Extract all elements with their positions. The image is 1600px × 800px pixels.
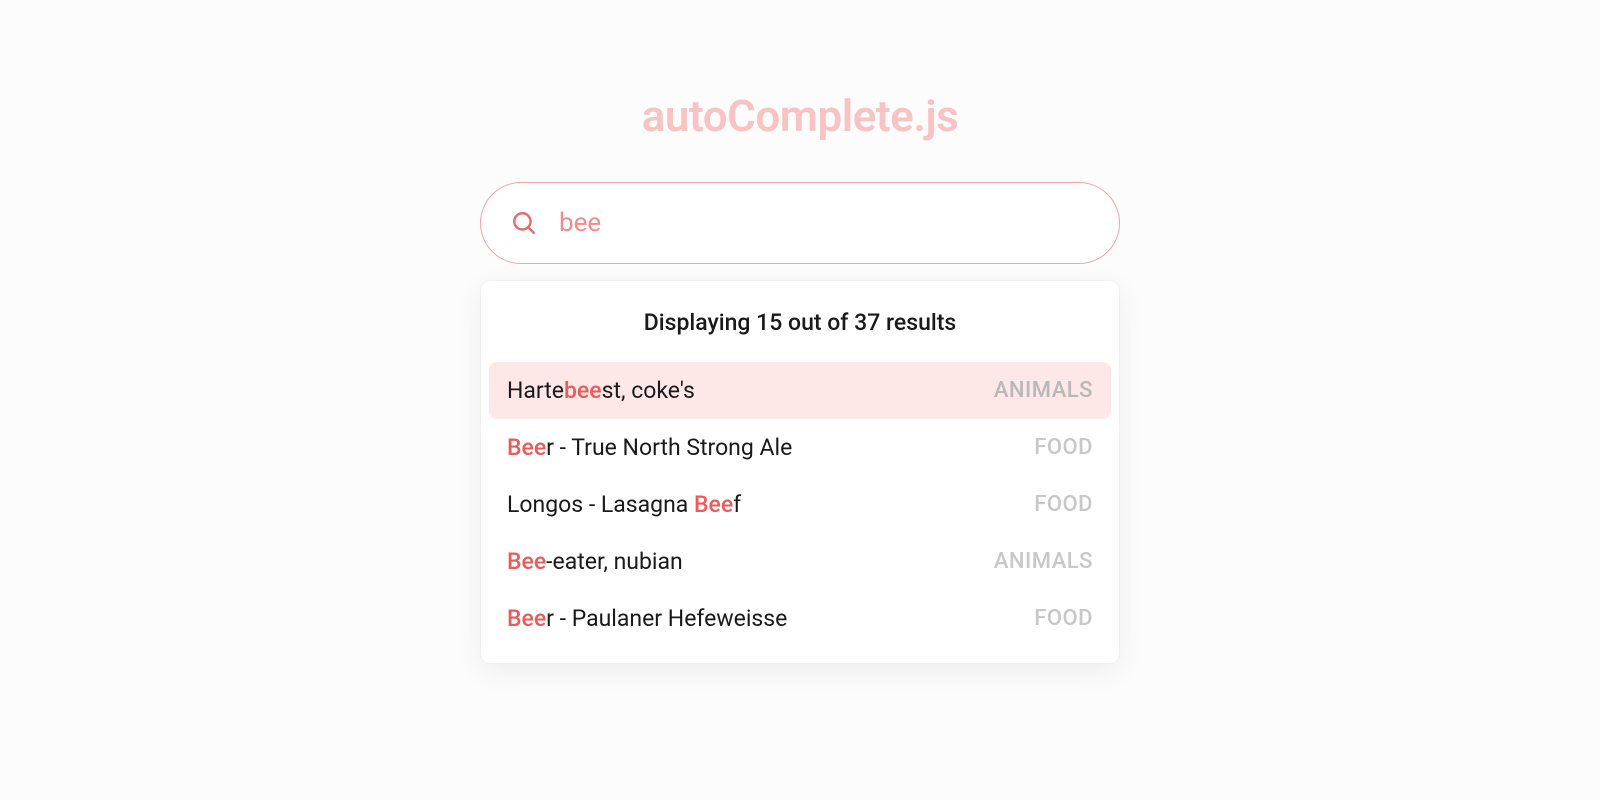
result-category: ANIMALS — [994, 549, 1093, 574]
result-text: Hartebeest, coke's — [507, 377, 695, 404]
search-input[interactable] — [559, 208, 1089, 238]
search-icon — [511, 210, 537, 236]
result-text: Longos - Lasagna Beef — [507, 491, 741, 518]
page-title: autoComplete.js — [642, 90, 958, 142]
result-text: Bee-eater, nubian — [507, 548, 683, 575]
autocomplete-dropdown: Displaying 15 out of 37 results Hartebee… — [480, 280, 1120, 664]
search-box[interactable] — [480, 182, 1120, 264]
result-category: FOOD — [1034, 606, 1093, 631]
result-item[interactable]: Beer - True North Strong Ale FOOD — [489, 419, 1111, 476]
search-container: Displaying 15 out of 37 results Hartebee… — [480, 182, 1120, 664]
results-count: Displaying 15 out of 37 results — [489, 309, 1111, 336]
result-text: Beer - True North Strong Ale — [507, 434, 792, 461]
result-category: FOOD — [1034, 435, 1093, 460]
result-item[interactable]: Bee-eater, nubian ANIMALS — [489, 533, 1111, 590]
result-category: ANIMALS — [994, 378, 1093, 403]
result-item[interactable]: Hartebeest, coke's ANIMALS — [489, 362, 1111, 419]
result-text: Beer - Paulaner Hefeweisse — [507, 605, 787, 632]
result-item[interactable]: Beer - Paulaner Hefeweisse FOOD — [489, 590, 1111, 647]
result-item[interactable]: Longos - Lasagna Beef FOOD — [489, 476, 1111, 533]
result-category: FOOD — [1034, 492, 1093, 517]
results-list: Hartebeest, coke's ANIMALS Beer - True Nor… — [489, 362, 1111, 647]
